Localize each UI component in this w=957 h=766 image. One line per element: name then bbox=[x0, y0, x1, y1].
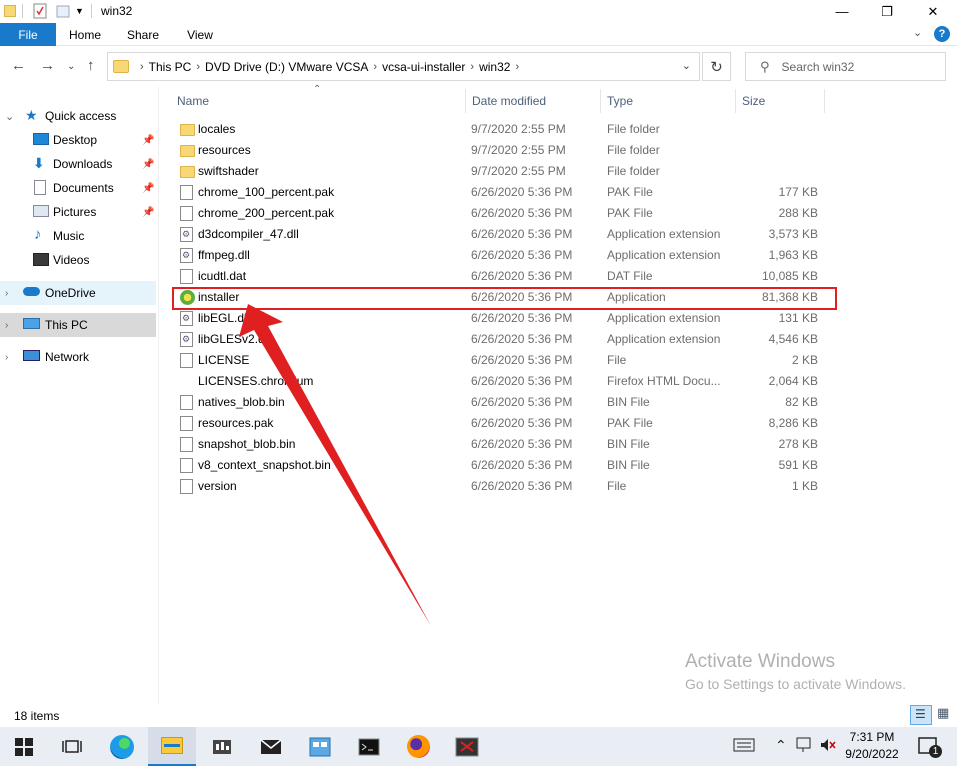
firefox-button[interactable] bbox=[394, 727, 442, 766]
input-indicator-icon[interactable] bbox=[733, 737, 755, 756]
task-view-button[interactable] bbox=[48, 727, 96, 766]
task-view-icon bbox=[62, 739, 82, 753]
file-explorer-button[interactable] bbox=[148, 727, 196, 766]
activation-watermark-title: Activate Windows bbox=[685, 651, 835, 672]
snipping-tool-button[interactable] bbox=[443, 727, 491, 766]
command-prompt-button[interactable] bbox=[345, 727, 393, 766]
details-view-icon[interactable] bbox=[910, 705, 932, 725]
taskbar-date: 9/20/2022 bbox=[845, 747, 899, 761]
notification-count: 1 bbox=[929, 745, 942, 758]
mail-icon bbox=[260, 738, 282, 754]
edge-browser-button[interactable] bbox=[98, 727, 146, 766]
taskbar-clock[interactable]: 7:31 PM 9/20/2022 bbox=[840, 729, 904, 763]
control-panel-icon bbox=[309, 737, 331, 756]
server-manager-icon bbox=[213, 739, 231, 754]
server-manager-button[interactable] bbox=[198, 727, 246, 766]
control-panel-button[interactable] bbox=[296, 727, 344, 766]
annotation-arrow-shape bbox=[239, 304, 431, 626]
action-center-button[interactable]: 1 bbox=[917, 736, 942, 761]
item-count: 18 items bbox=[14, 709, 60, 723]
network-status-icon[interactable] bbox=[796, 737, 814, 756]
edge-icon bbox=[110, 734, 134, 759]
command-prompt-icon bbox=[358, 738, 380, 755]
taskbar: ⌃ 7:31 PM 9/20/2022 1 bbox=[0, 727, 957, 766]
file-explorer-icon bbox=[161, 737, 183, 754]
start-button[interactable] bbox=[0, 727, 48, 766]
activation-watermark-subtitle: Go to Settings to activate Windows. bbox=[685, 676, 906, 692]
volume-muted-icon[interactable] bbox=[819, 737, 837, 756]
mail-button[interactable] bbox=[247, 727, 295, 766]
taskbar-time: 7:31 PM bbox=[849, 730, 895, 744]
large-icons-view-icon[interactable] bbox=[934, 705, 954, 725]
show-hidden-icons-chevron-icon[interactable]: ⌃ bbox=[775, 737, 787, 754]
windows-logo-icon bbox=[15, 737, 33, 756]
snipping-tool-icon bbox=[455, 737, 479, 756]
status-bar: 18 items bbox=[0, 704, 957, 727]
firefox-icon bbox=[406, 735, 430, 758]
